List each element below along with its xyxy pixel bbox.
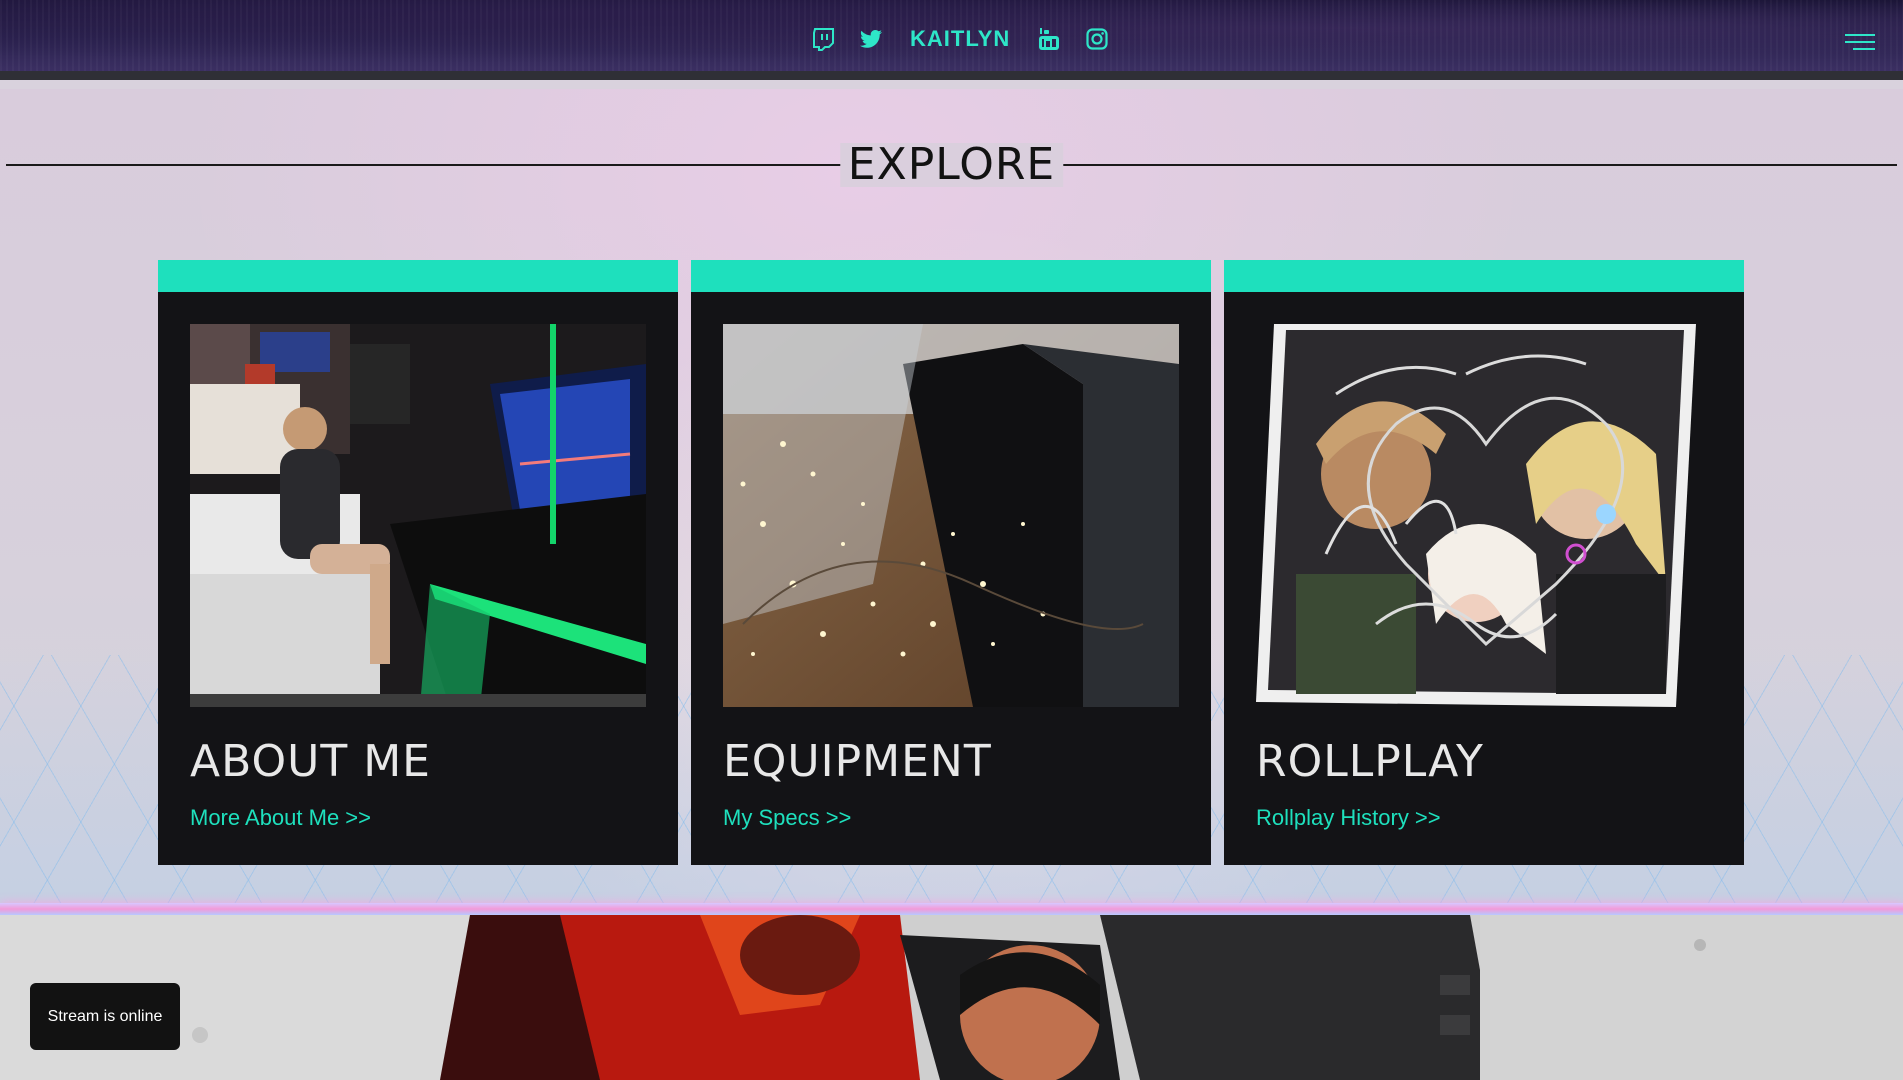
hamburger-menu-icon[interactable] [1845,34,1875,52]
brand-name[interactable]: KAITLYN [910,26,1010,52]
hamburger-line [1845,34,1875,36]
more-about-me-link[interactable]: More About Me >> [190,805,371,831]
card-rollplay: ROLLPLAY Rollplay History >> [1224,260,1744,865]
about-me-photo[interactable] [190,324,646,707]
rollplay-history-link[interactable]: Rollplay History >> [1256,805,1441,831]
card-title: ROLLPLAY [1256,736,1484,787]
card-title: ABOUT ME [190,736,431,787]
section-title: EXPLORE [839,143,1064,187]
stream-status-toast[interactable]: Stream is online [30,983,180,1050]
site-header: KAITLYN [0,0,1903,80]
header-nav: KAITLYN [810,26,1110,52]
card-about-me: ABOUT ME More About Me >> [158,260,678,865]
rollplay-photo[interactable] [1256,324,1712,707]
banner-artwork [0,915,1903,1080]
equipment-photo[interactable] [723,324,1179,707]
hamburger-line [1845,41,1875,43]
card-title: EQUIPMENT [723,736,992,787]
hamburger-line [1853,48,1875,50]
youtube-icon[interactable] [1036,26,1062,52]
neon-divider [0,903,1903,915]
instagram-icon[interactable] [1084,26,1110,52]
twitter-icon[interactable] [858,26,884,52]
twitch-icon[interactable] [810,26,836,52]
card-equipment: EQUIPMENT My Specs >> [691,260,1211,865]
explore-section: EXPLORE ABOUT ME More About Me >> EQUIPM… [0,89,1903,915]
my-specs-link[interactable]: My Specs >> [723,805,851,831]
card-list: ABOUT ME More About Me >> EQUIPMENT My S… [158,260,1744,865]
section-title-row: EXPLORE [6,143,1897,187]
